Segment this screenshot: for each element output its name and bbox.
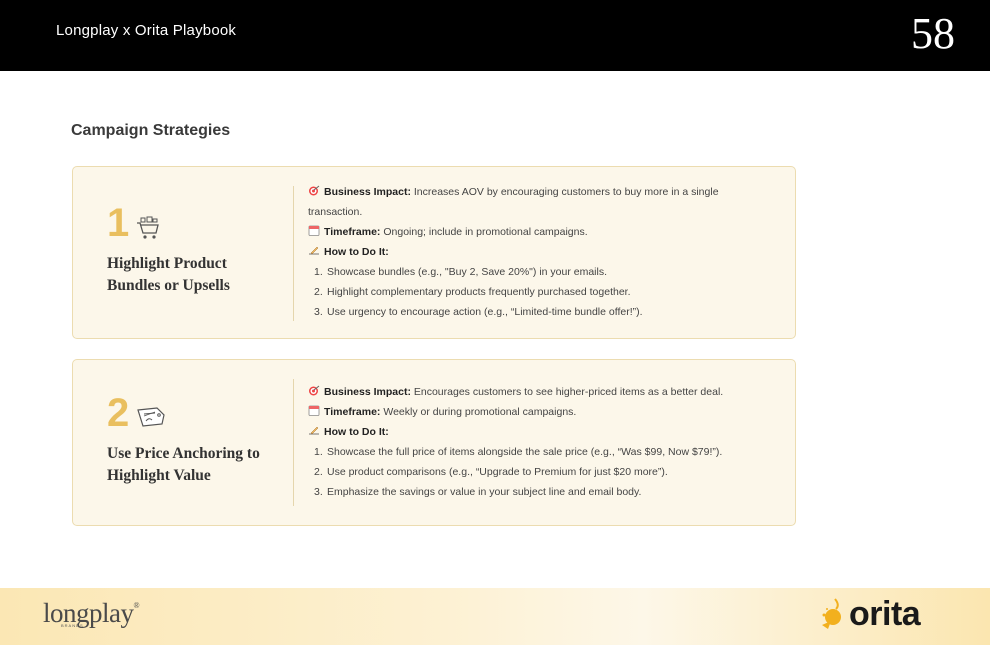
business-impact-row: Business Impact: Increases AOV by encour…: [308, 182, 768, 222]
howto-label: How to Do It:: [324, 246, 389, 258]
list-item: 1. Showcase the full price of items along…: [314, 446, 723, 458]
howto-row: How to Do It:: [308, 422, 768, 442]
page-number: 58: [911, 9, 955, 58]
longplay-logo-sub: BRANDS: [61, 623, 84, 628]
howto-row: How to Do It:: [308, 242, 768, 262]
strategy-number: 2: [107, 391, 130, 435]
business-impact-row: Business Impact: Encourages customers to…: [308, 382, 768, 402]
price-tag-icon: [137, 407, 165, 427]
steps-list: 1. Showcase bundles (e.g., "Buy 2, Save 2…: [308, 262, 768, 322]
document-title: Longplay x Orita Playbook: [56, 22, 237, 39]
calendar-icon: [308, 225, 320, 236]
impact-label: Business Impact:: [324, 386, 411, 398]
target-icon: [309, 385, 320, 396]
list-item: 3. Use urgency to encourage action (e.g.,…: [314, 306, 643, 318]
header-bar: Longplay x Orita Playbook 58: [0, 0, 990, 71]
list-item: 2. Highlight complementary products frequ…: [314, 286, 631, 298]
howto-label: How to Do It:: [324, 426, 389, 438]
timeframe-text: Weekly or during promotional campaigns.: [383, 406, 577, 418]
strategy-heading: Highlight Product Bundles or Upsells: [107, 255, 230, 294]
orita-logo: orita: [849, 595, 921, 633]
timeframe-row: Timeframe: Weekly or during promotional …: [308, 402, 768, 422]
strategy-card-2: 2 Use Price Anchoring to Highlight Value…: [72, 359, 796, 526]
section-title: Campaign Strategies: [71, 122, 231, 139]
writing-hand-icon: [309, 246, 319, 255]
footer-bar: longplay® BRANDS orita: [0, 588, 990, 645]
calendar-icon: [308, 405, 320, 416]
target-icon: [309, 185, 320, 196]
steps-list: 1. Showcase the full price of items along…: [308, 442, 768, 502]
strategy-details: Business Impact: Increases AOV by encour…: [308, 182, 768, 322]
timeframe-label: Timeframe:: [324, 406, 381, 418]
strategy-heading: Use Price Anchoring to Highlight Value: [107, 445, 260, 484]
list-item: 3. Emphasize the savings or value in your…: [314, 486, 642, 498]
orita-mark-icon: [822, 598, 841, 629]
shopping-cart-icon: [137, 216, 159, 239]
divider: [293, 186, 294, 321]
longplay-logo: longplay®: [43, 598, 140, 628]
strategy-card-1: 1 Highlight Product Bundles or Upsells B…: [72, 166, 796, 339]
list-item: 2. Use product comparisons (e.g., “Upgrad…: [314, 466, 668, 478]
impact-label: Business Impact:: [324, 186, 411, 198]
timeframe-text: Ongoing; include in promotional campaign…: [383, 226, 588, 238]
timeframe-row: Timeframe: Ongoing; include in promotion…: [308, 222, 768, 242]
writing-hand-icon: [309, 426, 319, 435]
divider: [293, 379, 294, 506]
timeframe-label: Timeframe:: [324, 226, 381, 238]
list-item: 1. Showcase bundles (e.g., "Buy 2, Save 2…: [314, 266, 608, 278]
impact-text: Encourages customers to see higher-price…: [413, 386, 724, 398]
strategy-number: 1: [107, 201, 130, 245]
strategy-details: Business Impact: Encourages customers to…: [308, 382, 768, 502]
